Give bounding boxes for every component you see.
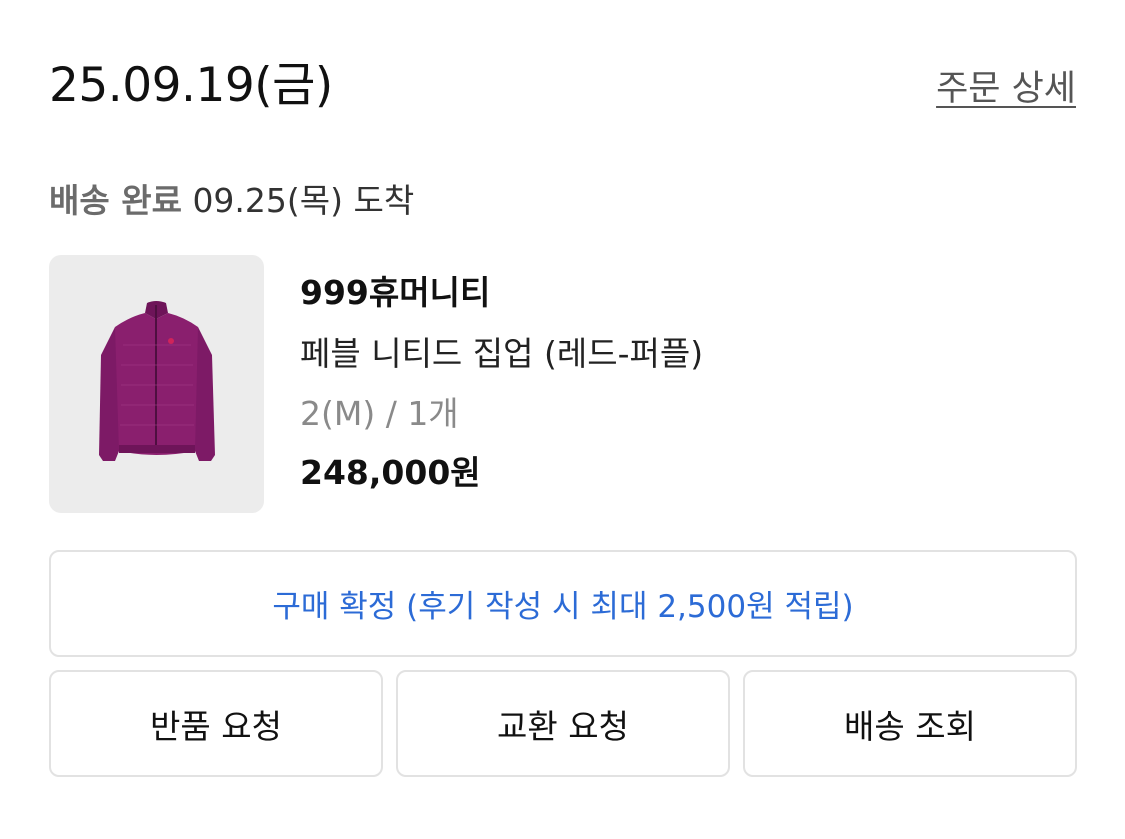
delivery-status-label: 배송 완료: [49, 181, 182, 220]
delivery-status: 배송 완료 09.25(목) 도착: [49, 184, 414, 217]
delivery-tracking-button[interactable]: 배송 조회: [743, 670, 1077, 777]
product-name[interactable]: 페블 니티드 집업 (레드-퍼플): [300, 337, 703, 370]
order-detail-link[interactable]: 주문 상세: [936, 72, 1076, 107]
jacket-thumbnail: [99, 301, 215, 461]
product-image[interactable]: [49, 255, 264, 513]
return-request-button[interactable]: 반품 요청: [49, 670, 383, 777]
product-brand[interactable]: 999휴머니티: [300, 276, 490, 309]
order-card: 25.09.19(금) 주문 상세 배송 완료 09.25(목) 도착 999휴…: [0, 0, 1125, 839]
delivery-arrival-date: 09.25(목) 도착: [192, 181, 415, 220]
product-price: 248,000원: [300, 453, 481, 492]
product-option: 2(M) / 1개: [300, 394, 459, 433]
purchase-confirm-button[interactable]: 구매 확정 (후기 작성 시 최대 2,500원 적립): [49, 550, 1077, 657]
exchange-request-button[interactable]: 교환 요청: [396, 670, 730, 777]
order-date: 25.09.19(금): [49, 58, 333, 113]
